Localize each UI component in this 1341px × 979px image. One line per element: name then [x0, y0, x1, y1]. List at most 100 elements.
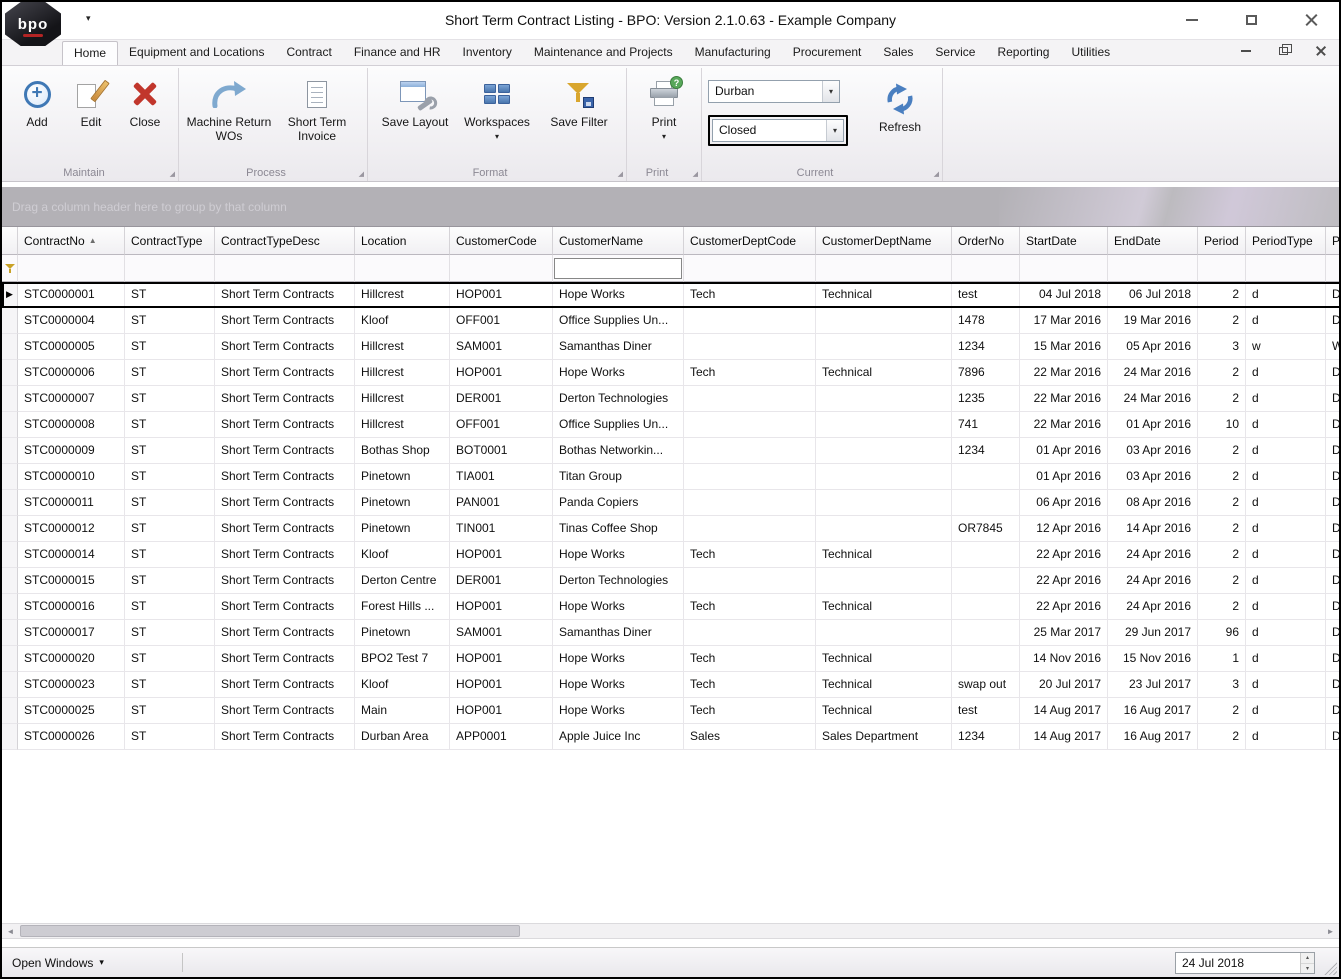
table-row[interactable]: STC0000012 ST Short Term Contracts Pinetown…	[2, 516, 1339, 542]
status-bar: Open Windows ▾ 24 Jul 2018 ▴ ▾	[2, 947, 1339, 977]
filter-cell-period[interactable]	[1198, 255, 1246, 282]
column-header-contracttype[interactable]: ContractType	[125, 227, 215, 255]
tab-manufacturing[interactable]: Manufacturing	[684, 41, 782, 65]
column-header-startdate[interactable]: StartDate	[1020, 227, 1108, 255]
mdi-restore-button[interactable]	[1279, 43, 1292, 55]
mdi-minimize-button[interactable]	[1241, 49, 1251, 52]
dialog-launcher-icon[interactable]: ◢	[618, 170, 623, 178]
machine-return-wos-button[interactable]: Machine Return WOs	[185, 70, 273, 144]
scroll-right-arrow[interactable]: ►	[1322, 924, 1339, 938]
dialog-launcher-icon[interactable]: ◢	[170, 170, 175, 178]
table-row[interactable]: STC0000005 ST Short Term Contracts Hillcres…	[2, 334, 1339, 360]
save-layout-button[interactable]: Save Layout	[374, 70, 456, 130]
tab-home[interactable]: Home	[62, 41, 119, 65]
tab-maintenance-and-projects[interactable]: Maintenance and Projects	[523, 41, 684, 65]
table-row[interactable]: STC0000025 ST Short Term Contracts Main HOP0…	[2, 698, 1339, 724]
table-row[interactable]: STC0000016 ST Short Term Contracts Forest H…	[2, 594, 1339, 620]
column-header-contractno[interactable]: ContractNo ▲	[18, 227, 125, 255]
column-header-customerdeptname[interactable]: CustomerDeptName	[816, 227, 952, 255]
column-header-period[interactable]: Period	[1198, 227, 1246, 255]
column-header-enddate[interactable]: EndDate	[1108, 227, 1198, 255]
maximize-button[interactable]	[1246, 15, 1257, 25]
filter-cell-contractno[interactable]	[18, 255, 125, 282]
add-button-label: Add	[26, 115, 48, 129]
table-row[interactable]: STC0000023 ST Short Term Contracts Kloof HOP…	[2, 672, 1339, 698]
column-header-customerdeptcode[interactable]: CustomerDeptCode	[684, 227, 816, 255]
dialog-launcher-icon[interactable]: ◢	[934, 170, 939, 178]
tab-sales[interactable]: Sales	[872, 41, 924, 65]
tab-utilities[interactable]: Utilities	[1060, 41, 1121, 65]
filter-cell-enddate[interactable]	[1108, 255, 1198, 282]
mdi-close-button[interactable]	[1316, 46, 1325, 55]
tab-contract[interactable]: Contract	[275, 41, 342, 65]
table-row[interactable]: ▶ STC0000001 ST Short Term Contracts Hillcre…	[2, 282, 1339, 308]
table-row[interactable]: STC0000017 ST Short Term Contracts Pinetown…	[2, 620, 1339, 646]
spinner-up-button[interactable]: ▴	[1301, 953, 1314, 964]
edit-button[interactable]: Edit	[64, 70, 118, 130]
scroll-left-arrow[interactable]: ◄	[2, 924, 19, 938]
workspaces-button[interactable]: Workspaces ▾	[456, 70, 538, 141]
close-button[interactable]: Close	[118, 70, 172, 130]
print-button[interactable]: Print ▾	[633, 70, 695, 141]
table-row[interactable]: STC0000006 ST Short Term Contracts Hillcres…	[2, 360, 1339, 386]
status-combo[interactable]: Closed ▾	[712, 119, 844, 142]
filter-cell-customerdeptname[interactable]	[816, 255, 952, 282]
group-by-panel[interactable]: Drag a column header here to group by th…	[2, 187, 1339, 227]
cell-customerdeptname: Technical	[816, 282, 952, 308]
filter-cell-location[interactable]	[355, 255, 450, 282]
filter-cell-periodtype[interactable]	[1246, 255, 1326, 282]
date-field[interactable]: 24 Jul 2018 ▴ ▾	[1175, 952, 1315, 974]
tab-reporting[interactable]: Reporting	[986, 41, 1060, 65]
status-combo-dropdown-icon[interactable]: ▾	[826, 120, 843, 141]
close-window-button[interactable]	[1305, 14, 1317, 26]
table-row[interactable]: STC0000011 ST Short Term Contracts Pinetown…	[2, 490, 1339, 516]
short-term-invoice-button[interactable]: Short Term Invoice	[273, 70, 361, 144]
filter-row-indicator[interactable]	[2, 255, 18, 282]
column-header-orderno[interactable]: OrderNo	[952, 227, 1020, 255]
dialog-launcher-icon[interactable]: ◢	[693, 170, 698, 178]
table-row[interactable]: STC0000004 ST Short Term Contracts Kloof OFF…	[2, 308, 1339, 334]
column-header-contracttypedesc[interactable]: ContractTypeDesc	[215, 227, 355, 255]
refresh-button[interactable]: Refresh	[864, 80, 936, 146]
filter-cell-customercode[interactable]	[450, 255, 553, 282]
customername-filter-input[interactable]	[554, 258, 682, 279]
tab-finance-and-hr[interactable]: Finance and HR	[343, 41, 452, 65]
filter-cell-customerdeptcode[interactable]	[684, 255, 816, 282]
filter-cell-startdate[interactable]	[1020, 255, 1108, 282]
table-row[interactable]: STC0000020 ST Short Term Contracts BPO2 Tes…	[2, 646, 1339, 672]
open-windows-button[interactable]: Open Windows ▾	[2, 956, 114, 970]
dialog-launcher-icon[interactable]: ◢	[359, 170, 364, 178]
tab-service[interactable]: Service	[924, 41, 986, 65]
tab-inventory[interactable]: Inventory	[452, 41, 523, 65]
save-filter-button[interactable]: Save Filter	[538, 70, 620, 130]
filter-cell-periodtypedesc[interactable]	[1326, 255, 1339, 282]
cell-contracttypedesc: Short Term Contracts	[215, 698, 355, 724]
site-combo-dropdown-icon[interactable]: ▾	[822, 81, 839, 102]
table-row[interactable]: STC0000008 ST Short Term Contracts Hillcres…	[2, 412, 1339, 438]
spinner-down-button[interactable]: ▾	[1301, 963, 1314, 973]
filter-cell-customername[interactable]	[553, 255, 684, 282]
filter-cell-contracttype[interactable]	[125, 255, 215, 282]
filter-cell-orderno[interactable]	[952, 255, 1020, 282]
table-row[interactable]: STC0000010 ST Short Term Contracts Pinetown…	[2, 464, 1339, 490]
column-header-customername[interactable]: CustomerName	[553, 227, 684, 255]
add-button[interactable]: Add	[10, 70, 64, 130]
title-bar: bpo ▾ Short Term Contract Listing - BPO:…	[2, 2, 1339, 46]
column-header-periodtypedesc[interactable]: PeriodTypeDesc	[1326, 227, 1339, 255]
minimize-button[interactable]	[1186, 19, 1198, 21]
tab-equipment-and-locations[interactable]: Equipment and Locations	[118, 41, 275, 65]
tab-procurement[interactable]: Procurement	[782, 41, 873, 65]
table-row[interactable]: STC0000009 ST Short Term Contracts Bothas S…	[2, 438, 1339, 464]
site-combo[interactable]: Durban ▾	[708, 80, 840, 103]
resize-grip[interactable]	[1323, 961, 1337, 975]
table-row[interactable]: STC0000015 ST Short Term Contracts Derton C…	[2, 568, 1339, 594]
horizontal-scrollbar[interactable]: ◄ ►	[2, 923, 1339, 939]
column-header-location[interactable]: Location	[355, 227, 450, 255]
column-header-customercode[interactable]: CustomerCode	[450, 227, 553, 255]
column-header-periodtype[interactable]: PeriodType	[1246, 227, 1326, 255]
table-row[interactable]: STC0000014 ST Short Term Contracts Kloof HOP…	[2, 542, 1339, 568]
table-row[interactable]: STC0000007 ST Short Term Contracts Hillcres…	[2, 386, 1339, 412]
scrollbar-thumb[interactable]	[20, 925, 520, 937]
table-row[interactable]: STC0000026 ST Short Term Contracts Durban A…	[2, 724, 1339, 750]
filter-cell-contracttypedesc[interactable]	[215, 255, 355, 282]
